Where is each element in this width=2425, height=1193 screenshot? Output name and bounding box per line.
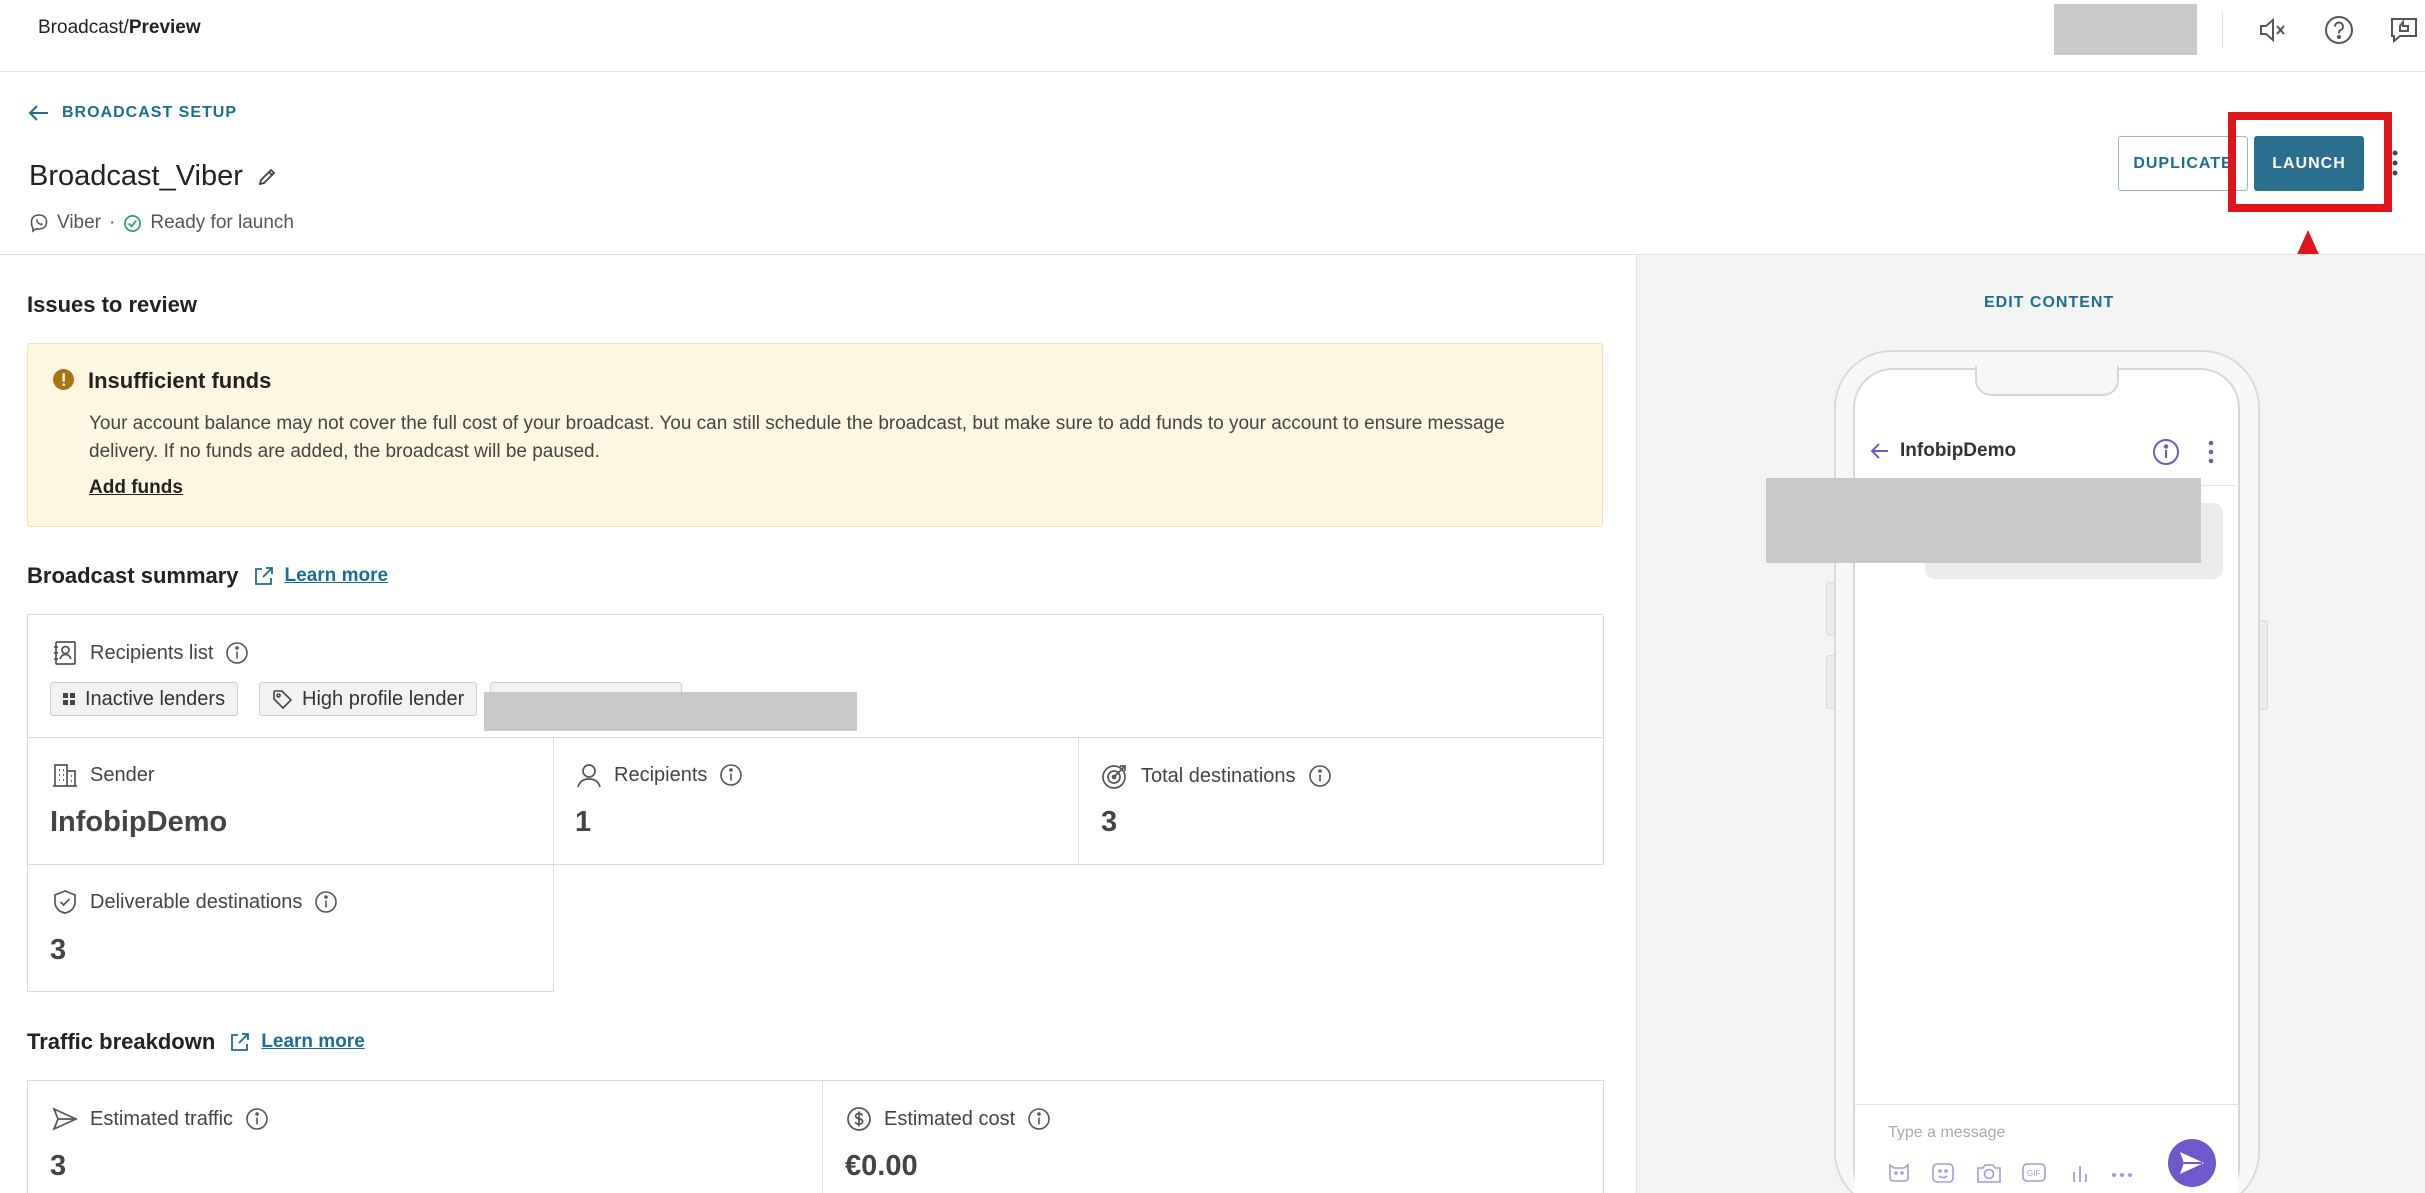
total-destinations-label-row: Total destinations <box>1101 762 1332 790</box>
redacted-account-area <box>2054 4 2197 55</box>
estimated-traffic-value: 3 <box>50 1150 67 1182</box>
back-to-setup-link[interactable]: BROADCAST SETUP <box>28 104 237 122</box>
mute-icon[interactable] <box>2256 14 2288 46</box>
info-icon[interactable] <box>1027 1107 1051 1131</box>
tag-high-profile-lender: High profile lender <box>259 682 478 716</box>
info-icon[interactable] <box>225 641 249 665</box>
info-icon[interactable] <box>2152 438 2180 466</box>
arrow-left-icon <box>28 105 48 121</box>
alert-text: Your account balance may not cover the f… <box>89 413 1505 462</box>
external-link-icon <box>231 1033 250 1051</box>
traffic-learn-more-link[interactable]: Learn more <box>229 1031 365 1053</box>
edit-pencil-icon[interactable] <box>257 167 277 187</box>
traffic-heading-row: Traffic breakdown Learn more <box>27 1029 365 1055</box>
traffic-heading: Traffic breakdown <box>27 1029 216 1054</box>
sender-value: InfobipDemo <box>50 806 228 838</box>
summary-learn-more-link[interactable]: Learn more <box>253 565 388 587</box>
segment-icon <box>63 693 75 705</box>
camera-icon[interactable] <box>1976 1162 2002 1184</box>
total-destinations-value: 3 <box>1101 806 1118 838</box>
edit-content-button[interactable]: EDIT CONTENT <box>1984 294 2114 312</box>
alert-title: Insufficient funds <box>88 368 272 393</box>
total-destinations-card <box>1078 737 1604 865</box>
info-icon[interactable] <box>719 763 743 787</box>
gif-icon[interactable]: GIF <box>2021 1162 2049 1184</box>
highlight-box-annotation <box>2228 112 2392 212</box>
help-icon[interactable] <box>2323 14 2355 46</box>
dollar-icon <box>847 1107 871 1131</box>
warning-icon <box>52 368 75 391</box>
deliverable-destinations-card <box>27 864 554 992</box>
send-icon <box>2180 1152 2204 1174</box>
estimated-cost-value: €0.00 <box>845 1150 918 1182</box>
send-icon <box>52 1107 78 1131</box>
broadcast-meta: Viber · Ready for launch <box>29 212 294 234</box>
contacts-icon <box>54 641 76 665</box>
recipients-list-label-row: Recipients list <box>52 640 249 666</box>
check-circle-icon <box>124 214 142 232</box>
issues-heading: Issues to review <box>27 292 197 317</box>
summary-heading: Broadcast summary <box>27 563 239 588</box>
estimated-cost-card <box>822 1080 1604 1193</box>
target-icon <box>1102 765 1126 789</box>
sender-card <box>27 737 554 865</box>
info-icon[interactable] <box>1308 764 1332 788</box>
person-icon <box>577 764 601 788</box>
more-icon[interactable] <box>2111 1172 2133 1178</box>
divider <box>2222 12 2223 48</box>
top-bar: Broadcast/Preview <box>0 0 2425 72</box>
svg-text:GIF: GIF <box>2027 1169 2040 1178</box>
breadcrumb-current: Preview <box>128 17 201 38</box>
sender-label-row: Sender <box>52 762 155 788</box>
phone-notch <box>1975 366 2119 396</box>
insufficient-funds-alert: Insufficient funds Your account balance … <box>27 343 1603 527</box>
building-icon <box>53 764 77 787</box>
add-funds-link[interactable]: Add funds <box>89 477 183 499</box>
tag-inactive-lenders: Inactive lenders <box>50 682 239 716</box>
estimated-traffic-label-row: Estimated traffic <box>52 1106 269 1132</box>
redacted-message <box>1766 478 2201 563</box>
page-title: Broadcast_Viber <box>29 160 277 193</box>
tag-icon <box>273 690 292 709</box>
breadcrumb-parent[interactable]: Broadcast <box>38 17 124 38</box>
recipients-label-row: Recipients <box>576 762 743 788</box>
summary-heading-row: Broadcast summary Learn more <box>27 563 388 589</box>
emoji-icon[interactable] <box>1931 1162 1955 1184</box>
estimated-cost-label-row: Estimated cost <box>846 1106 1051 1132</box>
estimated-traffic-card <box>27 1080 823 1193</box>
breadcrumb: Broadcast/Preview <box>38 17 201 38</box>
info-icon[interactable] <box>314 890 338 914</box>
recipients-value: 1 <box>575 806 592 838</box>
kebab-icon[interactable] <box>2390 148 2400 178</box>
arrow-left-icon[interactable] <box>1869 440 1891 462</box>
shield-check-icon <box>54 890 76 914</box>
chat-contact-name: InfobipDemo <box>1900 440 2017 461</box>
recipients-card <box>553 737 1079 865</box>
deliverable-label-row: Deliverable destinations <box>52 889 338 915</box>
external-link-icon <box>254 567 273 585</box>
info-icon[interactable] <box>245 1107 269 1131</box>
feedback-icon[interactable] <box>2388 14 2420 46</box>
status-text: Ready for launch <box>150 212 294 233</box>
poll-icon[interactable] <box>2070 1162 2092 1184</box>
viber-icon <box>30 214 48 233</box>
redacted-tags <box>484 692 857 731</box>
deliverable-value: 3 <box>50 934 67 966</box>
message-input[interactable]: Type a message <box>1888 1124 2005 1142</box>
sticker-icon[interactable] <box>1887 1162 1911 1184</box>
kebab-icon[interactable] <box>2207 438 2215 466</box>
send-button[interactable] <box>2168 1139 2216 1187</box>
